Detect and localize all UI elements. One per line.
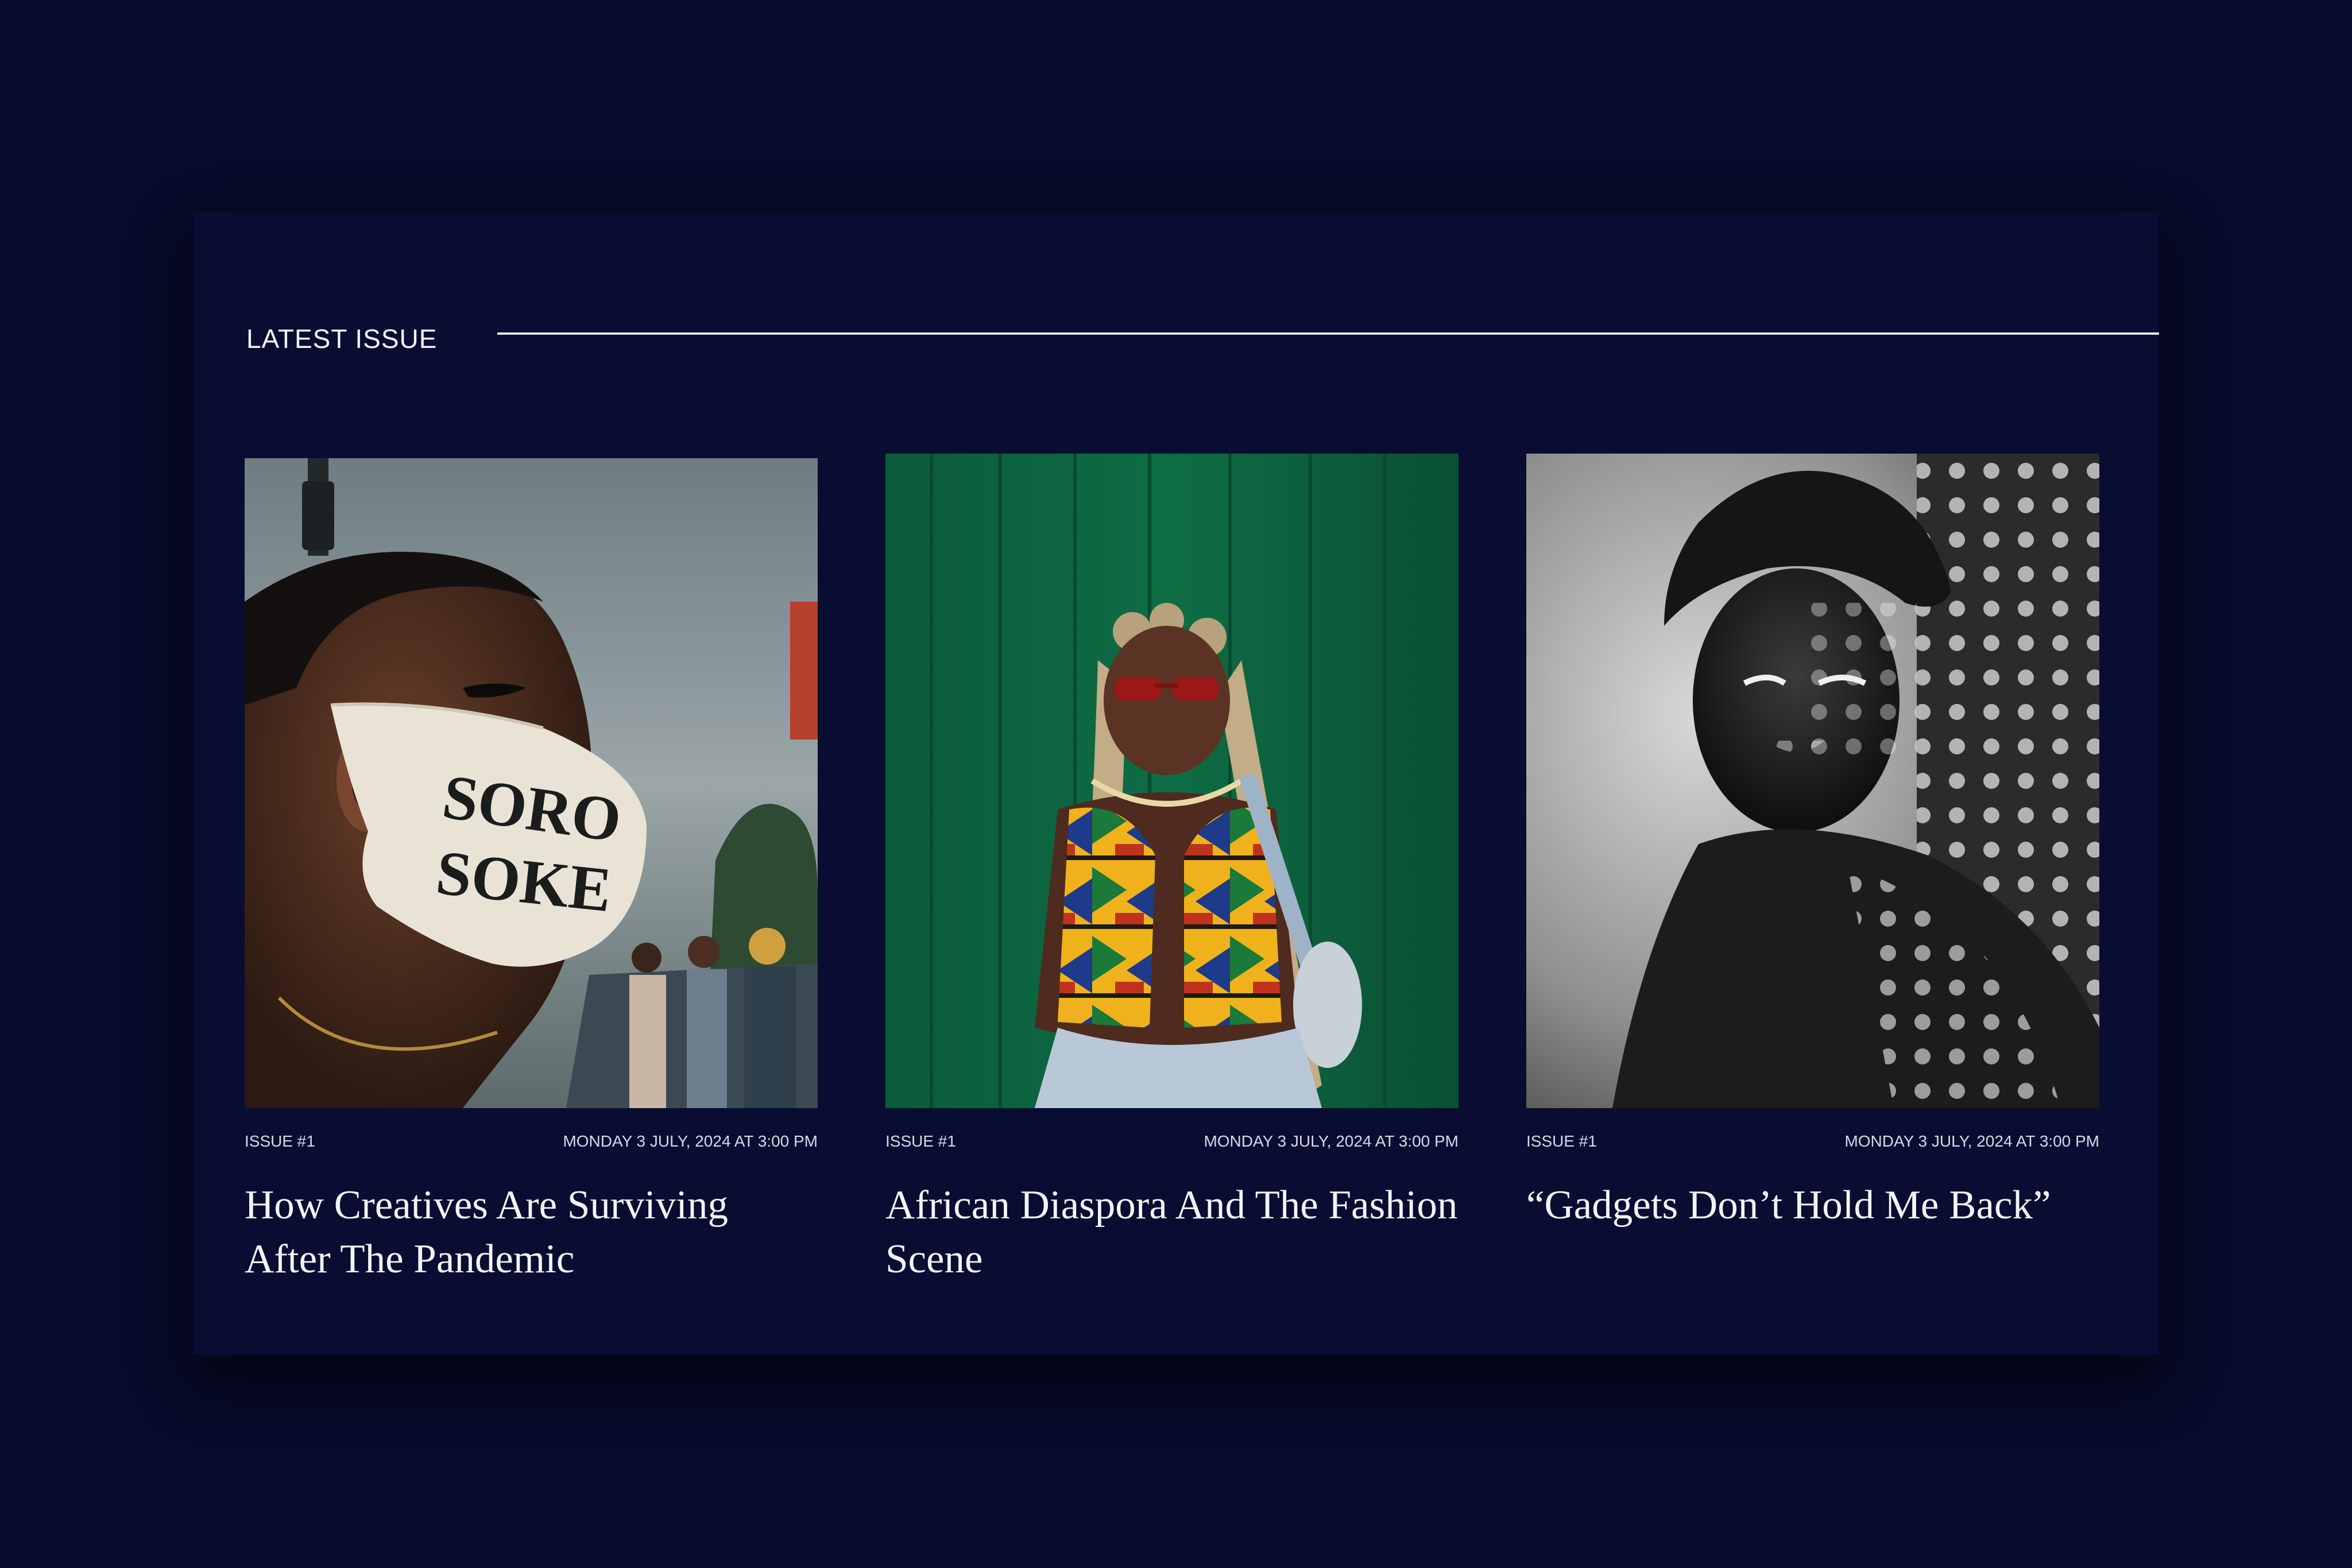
article-title[interactable]: How Creatives Are Surviving After The Pa… [245,1178,818,1286]
article-card-gadgets[interactable]: ISSUE #1 MONDAY 3 JULY, 2024 AT 3:00 PM … [1526,454,2099,1269]
article-meta: ISSUE #1 MONDAY 3 JULY, 2024 AT 3:00 PM [1526,1130,2099,1153]
article-card-creatives-pandemic[interactable]: SORO SOKE ISSUE #1 MONDAY 3 JULY, 2024 A… [245,454,818,1281]
article-photo-fashion-portrait[interactable] [885,454,1459,1108]
photo-illustration [1526,454,2099,1108]
photo-illustration: SORO SOKE [245,458,818,1108]
publish-date: MONDAY 3 JULY, 2024 AT 3:00 PM [1204,1132,1459,1150]
issue-label: ISSUE #1 [245,1132,315,1150]
article-photo-bw-portrait[interactable] [1526,454,2099,1108]
article-meta: ISSUE #1 MONDAY 3 JULY, 2024 AT 3:00 PM [885,1130,1459,1153]
photo-illustration [885,454,1459,1108]
section-divider [497,332,2159,335]
article-card-diaspora-fashion[interactable]: ISSUE #1 MONDAY 3 JULY, 2024 AT 3:00 PM … [885,454,1459,1281]
section-header: LATEST ISSUE [246,322,2106,356]
issue-label: ISSUE #1 [885,1132,956,1150]
publish-date: MONDAY 3 JULY, 2024 AT 3:00 PM [563,1132,818,1150]
article-title[interactable]: “Gadgets Don’t Hold Me Back” [1526,1178,2099,1232]
article-photo-masked-protester[interactable]: SORO SOKE [245,458,818,1108]
article-title[interactable]: African Diaspora And The Fashion Scene [885,1178,1459,1286]
latest-issue-section: LATEST ISSUE SORO SOKE ISSUE #1 MONDAY 3… [193,212,2159,1355]
publish-date: MONDAY 3 JULY, 2024 AT 3:00 PM [1844,1132,2099,1150]
issue-label: ISSUE #1 [1526,1132,1597,1150]
section-title: LATEST ISSUE [246,324,438,354]
article-meta: ISSUE #1 MONDAY 3 JULY, 2024 AT 3:00 PM [245,1130,818,1153]
